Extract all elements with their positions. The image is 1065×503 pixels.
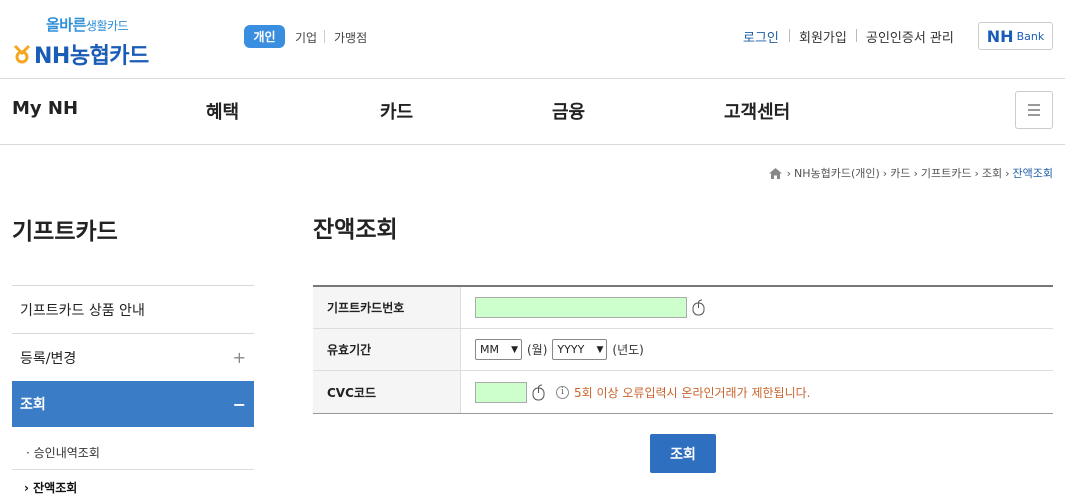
form-row-expiry: 유효기간 MM ▼ (월) YYYY ▼ (년도) bbox=[313, 329, 1053, 371]
util-divider bbox=[789, 29, 790, 42]
expiry-cell: MM ▼ (월) YYYY ▼ (년도) bbox=[461, 329, 1053, 370]
slogan-text: 올바른 bbox=[46, 16, 86, 34]
hamburger-icon-line bbox=[1028, 114, 1040, 116]
expiry-label: 유효기간 bbox=[313, 329, 461, 370]
sidebar-item-label: 기프트카드 상품 안내 bbox=[20, 302, 145, 319]
chevron-down-icon: ▼ bbox=[596, 344, 604, 355]
nh-bank-bank: Bank bbox=[1016, 29, 1045, 43]
sidebar-item-product-guide[interactable]: 기프트카드 상품 안내 bbox=[12, 285, 254, 333]
form-row-card-number: 기프트카드번호 bbox=[313, 287, 1053, 329]
breadcrumb-sep: › bbox=[1005, 166, 1010, 180]
chevron-down-icon: ▼ bbox=[511, 344, 518, 355]
logo-text: NH농협카드 bbox=[34, 44, 149, 69]
card-number-cell bbox=[461, 287, 1053, 328]
segment-personal[interactable]: 개인 bbox=[244, 25, 285, 48]
nh-logo-mark-icon bbox=[13, 44, 31, 64]
nh-bank-link[interactable]: NH Bank bbox=[978, 22, 1053, 50]
breadcrumb-sep: › bbox=[913, 166, 918, 180]
sidebar-item-label: 조회 bbox=[20, 397, 46, 413]
breadcrumb-sep: › bbox=[882, 166, 888, 180]
breadcrumb-sep: › bbox=[974, 166, 979, 180]
breadcrumb-current: 잔액조회 bbox=[1012, 167, 1053, 180]
breadcrumb: › NH농협카드(개인) › 카드 › 기프트카드 › 조회 › 잔액조회 bbox=[768, 165, 1053, 181]
form-row-cvc: CVC코드 i 5회 이상 오류입력시 온라인거래가 제한됩니다. bbox=[313, 371, 1053, 413]
plus-icon: + bbox=[232, 348, 246, 367]
nav-finance[interactable]: 금융 bbox=[552, 98, 585, 124]
global-nav: My NH 혜택 카드 금융 고객센터 bbox=[0, 79, 1065, 145]
breadcrumb-item[interactable]: 카드 bbox=[890, 165, 910, 181]
breadcrumb-sep: › bbox=[786, 166, 791, 180]
segment-divider bbox=[324, 30, 325, 43]
virtual-keypad-mouse-icon[interactable] bbox=[692, 299, 705, 316]
nav-benefit[interactable]: 혜택 bbox=[206, 98, 239, 124]
nav-my-nh[interactable]: My NH bbox=[12, 98, 78, 119]
join-link[interactable]: 회원가입 bbox=[799, 27, 847, 46]
info-icon: i bbox=[556, 385, 569, 399]
all-menu-button[interactable] bbox=[1015, 91, 1053, 129]
card-number-input[interactable] bbox=[475, 297, 687, 318]
month-select-value: MM bbox=[480, 343, 499, 356]
breadcrumb-item[interactable]: 조회 bbox=[982, 165, 1002, 181]
cvc-warning-text: 5회 이상 오류입력시 온라인거래가 제한됩니다. bbox=[574, 385, 811, 400]
home-icon[interactable] bbox=[768, 167, 782, 179]
year-unit: (년도) bbox=[612, 343, 644, 357]
sidebar-menu: 기프트카드 상품 안내 등록/변경 + 조회 − · 승인내역조회 › 잔액조회 bbox=[12, 285, 254, 503]
hamburger-icon bbox=[1028, 104, 1040, 106]
minus-icon: − bbox=[232, 394, 246, 414]
nav-customer-center[interactable]: 고객센터 bbox=[724, 98, 790, 124]
sidebar-title: 기프트카드 bbox=[12, 219, 118, 245]
login-link[interactable]: 로그인 bbox=[743, 27, 779, 46]
util-divider bbox=[856, 29, 857, 42]
month-select[interactable]: MM ▼ bbox=[475, 339, 522, 360]
nh-bank-nh: NH bbox=[986, 26, 1014, 46]
sidebar-item-register[interactable]: 등록/변경 + bbox=[12, 333, 254, 381]
month-unit: (월) bbox=[527, 343, 548, 357]
hamburger-icon-line bbox=[1028, 109, 1040, 111]
card-number-label: 기프트카드번호 bbox=[313, 287, 461, 328]
cvc-cell: i 5회 이상 오류입력시 온라인거래가 제한됩니다. bbox=[461, 371, 1053, 413]
nav-card[interactable]: 카드 bbox=[380, 98, 413, 124]
inquiry-submit-button[interactable]: 조회 bbox=[650, 434, 716, 473]
year-select[interactable]: YYYY ▼ bbox=[552, 339, 608, 360]
sidebar-item-inquiry[interactable]: 조회 − bbox=[12, 381, 254, 427]
logo-slogan: 올바른생활카드 bbox=[46, 14, 129, 35]
balance-inquiry-form: 기프트카드번호 유효기간 MM ▼ (월) YYYY ▼ (년도) CVC코드 bbox=[313, 285, 1053, 414]
sidebar-sub-balance-inquiry[interactable]: › 잔액조회 bbox=[12, 470, 254, 503]
segment-corporate[interactable]: 기업 bbox=[295, 26, 317, 48]
breadcrumb-item[interactable]: 기프트카드 bbox=[921, 165, 972, 181]
sidebar-sub-approval-history[interactable]: · 승인내역조회 bbox=[12, 435, 254, 470]
slogan-small-text: 생활카드 bbox=[85, 19, 129, 33]
site-header: 올바른생활카드 NH농협카드 개인 기업 가맹점 로그인 회원가입 공인인증서 … bbox=[0, 0, 1065, 79]
nh-card-logo[interactable]: 올바른생활카드 NH농협카드 bbox=[12, 12, 162, 69]
segment-merchant[interactable]: 가맹점 bbox=[334, 26, 367, 48]
breadcrumb-item[interactable]: NH농협카드(개인) bbox=[794, 165, 880, 181]
cvc-input[interactable] bbox=[475, 381, 527, 403]
page-title: 잔액조회 bbox=[313, 217, 398, 243]
year-select-value: YYYY bbox=[557, 343, 585, 356]
virtual-keypad-mouse-icon[interactable] bbox=[532, 384, 545, 401]
cert-management-link[interactable]: 공인인증서 관리 bbox=[866, 27, 954, 46]
cvc-label: CVC코드 bbox=[313, 371, 461, 413]
sidebar-item-label: 등록/변경 bbox=[20, 350, 77, 367]
